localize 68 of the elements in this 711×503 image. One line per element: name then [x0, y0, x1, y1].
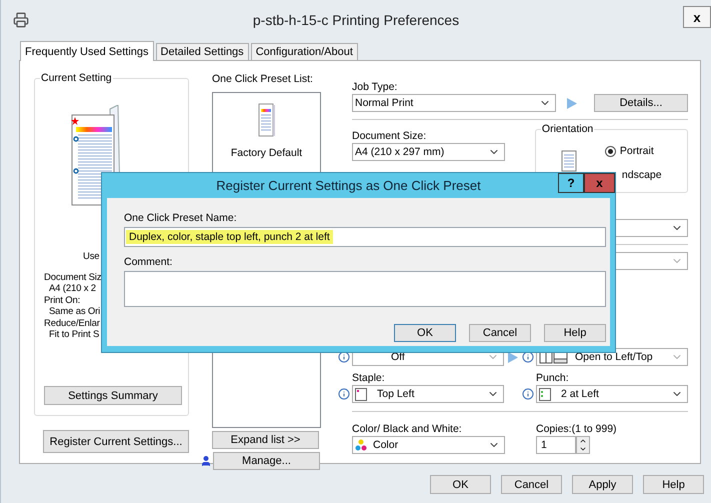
punch-select[interactable]: 2 at Left — [536, 385, 688, 403]
field-label: Comment: — [124, 255, 172, 269]
setting-label: Reduce/Enlar — [44, 318, 100, 329]
dialog-button[interactable]: Cancel — [469, 324, 531, 342]
color-dots-icon — [355, 439, 367, 451]
field-label: One Click Preset Name: — [124, 211, 237, 225]
printer-icon — [13, 12, 29, 28]
manage-button[interactable]: Manage... — [213, 452, 320, 470]
staple-position-icon — [355, 388, 367, 400]
document-size-select[interactable]: A4 (210 x 297 mm) — [352, 143, 505, 161]
arrow-right-icon — [567, 98, 577, 108]
help-button[interactable]: ? — [558, 173, 584, 193]
setting-value: Same as Ori — [49, 306, 100, 318]
dialog-button[interactable]: Help — [544, 324, 606, 342]
info-icon[interactable] — [338, 351, 350, 363]
job-type-select[interactable]: Normal Print — [352, 94, 556, 112]
preset-item[interactable]: Factory Default — [230, 147, 302, 159]
settings-summary-button[interactable]: Settings Summary — [44, 386, 182, 405]
dialog-button[interactable]: OK — [430, 475, 491, 494]
copies-field[interactable]: 1 — [536, 436, 576, 454]
spin-buttons[interactable] — [576, 436, 590, 454]
dialog-button[interactable]: Help — [643, 475, 704, 494]
setting-label: Use — [83, 251, 100, 262]
field-label: Punch: — [536, 371, 569, 385]
tab[interactable]: Frequently Used Settings — [20, 41, 154, 61]
close-button[interactable]: x — [683, 6, 711, 28]
highlighted-text: Duplex, color, staple top left, punch 2 at left — [126, 230, 333, 244]
field-label: Copies:(1 to 999) — [536, 422, 617, 436]
info-icon[interactable] — [522, 351, 534, 363]
group-title: Current Setting — [40, 72, 113, 84]
close-button[interactable]: x — [584, 173, 615, 193]
info-icon[interactable] — [338, 388, 350, 400]
setting-label: Print On: — [44, 294, 80, 306]
radio-label: Portrait — [620, 145, 654, 157]
document-icon — [258, 103, 276, 137]
setting-value: Fit to Print S — [49, 329, 100, 340]
tab[interactable]: Detailed Settings — [156, 43, 249, 60]
dialog-button[interactable]: OK — [394, 324, 456, 342]
window-title: p-stb-h-15-c Printing Preferences — [252, 12, 460, 28]
document-icon — [560, 150, 577, 172]
dialog-button[interactable]: Apply — [572, 475, 633, 494]
chevron-up-icon — [579, 437, 587, 445]
tab[interactable]: Configuration/About — [250, 43, 358, 60]
dialog-button[interactable]: Cancel — [501, 475, 562, 494]
info-icon[interactable] — [522, 388, 534, 400]
chevron-down-icon — [579, 445, 587, 453]
field-label: Job Type: — [352, 80, 398, 94]
radio-label: ndscape — [622, 169, 662, 181]
star-icon — [71, 117, 79, 125]
staple-select[interactable]: Top Left — [352, 385, 504, 403]
field-label: Staple: — [352, 371, 386, 385]
setting-value: A4 (210 x 2 — [49, 283, 96, 294]
preset-list-label: One Click Preset List: — [212, 72, 313, 86]
setting-label: Document Siz — [44, 272, 102, 283]
field-label: Color/ Black and White: — [352, 422, 463, 436]
color-mode-select[interactable]: Color — [352, 436, 505, 454]
details-button[interactable]: Details... — [594, 94, 688, 112]
expand-list-button[interactable]: Expand list >> — [212, 431, 319, 449]
dialog-title: Register Current Settings as One Click Preset — [216, 178, 481, 193]
comment-field[interactable] — [124, 271, 606, 307]
person-icon — [200, 455, 212, 467]
punch-position-icon — [539, 388, 551, 400]
field-label: Document Size: — [352, 129, 426, 143]
radio-button[interactable] — [604, 146, 616, 156]
register-settings-button[interactable]: Register Current Settings... — [43, 430, 189, 453]
arrow-right-icon — [508, 352, 518, 362]
preset-name-field[interactable]: Duplex, color, staple top left, punch 2 at left — [124, 227, 606, 247]
group-title: Orientation — [540, 123, 594, 135]
